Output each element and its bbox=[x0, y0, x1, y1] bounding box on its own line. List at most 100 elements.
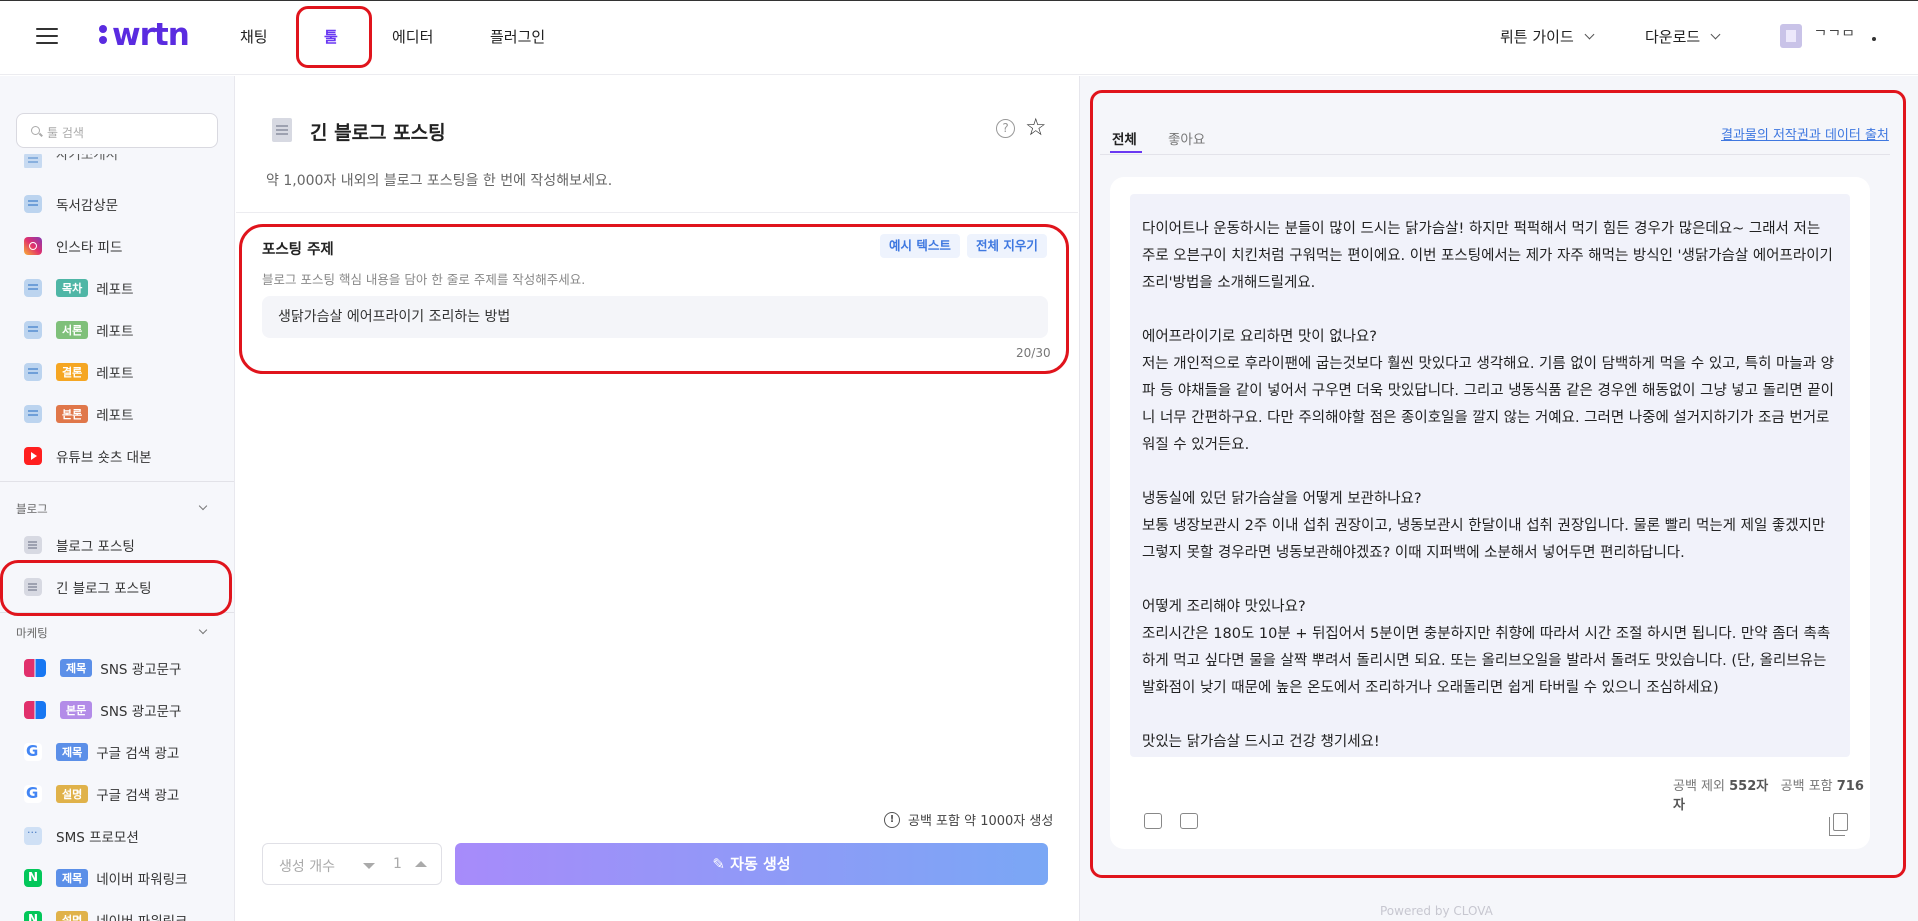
blog-file-icon bbox=[24, 536, 42, 554]
search-icon bbox=[31, 126, 40, 135]
doc-icon bbox=[24, 321, 42, 339]
tag-badge: 목차 bbox=[56, 279, 89, 297]
sidebar-item-label: 네이버 파워링크 bbox=[96, 910, 187, 921]
chevron-down-icon bbox=[1584, 29, 1595, 40]
tab-likes[interactable]: 좋아요 bbox=[1168, 128, 1205, 148]
copyright-data-source-link[interactable]: 결과물의 저작권과 데이터 출처 bbox=[1721, 124, 1889, 143]
result-paragraph: 저는 개인적으로 후라이팬에 굽는것보다 훨씬 맛있다고 생각해요. 기름 없이… bbox=[1142, 356, 1834, 453]
sidebar-item-label: 레포트 bbox=[96, 282, 134, 298]
thumbs-down-icon[interactable] bbox=[1180, 813, 1198, 829]
sidebar-divider bbox=[0, 481, 234, 482]
nav-tab-plugin[interactable]: 플러그인 bbox=[490, 26, 545, 47]
sidebar-item-sns-ad-body[interactable]: 본문 SNS 광고문구 bbox=[24, 695, 181, 725]
chevron-down-icon[interactable] bbox=[198, 625, 208, 635]
help-icon[interactable]: ? bbox=[996, 119, 1015, 138]
tabs-divider bbox=[1100, 154, 1890, 155]
sidebar-item-label: 인스타 피드 bbox=[56, 240, 123, 256]
nav-tab-tools[interactable]: 툴 bbox=[324, 26, 338, 47]
file-icon bbox=[272, 118, 292, 142]
instagram-icon bbox=[24, 237, 42, 255]
thumbs-up-icon[interactable] bbox=[1144, 813, 1162, 829]
sidebar-item-naver-powerlink-desc[interactable]: 설명 네이버 파워링크 bbox=[24, 905, 187, 921]
field-hint: 블로그 포스팅 핵심 내용을 담아 한 줄로 주제를 작성해주세요. bbox=[262, 272, 586, 287]
result-panel: 전체 좋아요 결과물의 저작권과 데이터 출처 다이어트나 운동하시는 분들이 … bbox=[1079, 76, 1918, 921]
logo-text: wrtn bbox=[112, 17, 190, 53]
example-text-button[interactable]: 예시 텍스트 bbox=[880, 234, 960, 258]
section-label-blog[interactable]: 블로그 bbox=[16, 501, 48, 517]
increment-arrow-icon[interactable] bbox=[415, 861, 427, 867]
sidebar-item-report-toc[interactable]: 목차 레포트 bbox=[24, 273, 134, 303]
generation-note-text: 공백 포함 약 1000자 생성 bbox=[908, 814, 1054, 829]
sidebar-item-report-conclusion[interactable]: 결론 레포트 bbox=[24, 357, 134, 387]
character-stats: 공백 제외 552자 공백 포함 716자 bbox=[1673, 775, 1870, 813]
sidebar-item-naver-powerlink-title[interactable]: 제목 네이버 파워링크 bbox=[24, 863, 187, 893]
doc-icon bbox=[24, 279, 42, 297]
sidebar-item-sns-ad-title[interactable]: 제목 SNS 광고문구 bbox=[24, 653, 181, 683]
sidebar-item-label: 레포트 bbox=[96, 324, 134, 340]
instagram-facebook-icon bbox=[24, 701, 46, 719]
tag-badge: 설명 bbox=[56, 911, 89, 921]
sidebar-item-youtube-shorts[interactable]: 유튜브 숏츠 대본 bbox=[24, 441, 152, 471]
sidebar-item-label: SNS 광고문구 bbox=[100, 704, 182, 720]
google-icon bbox=[24, 742, 42, 761]
sidebar-item-sms-promotion[interactable]: SMS 프로모션 bbox=[24, 821, 139, 851]
decrement-arrow-icon[interactable] bbox=[363, 863, 375, 869]
instagram-facebook-icon bbox=[24, 659, 46, 677]
topic-input[interactable]: 생닭가슴살 에어프라이기 조리하는 방법 bbox=[262, 296, 1048, 338]
tool-search-input[interactable]: 툴 검색 bbox=[16, 113, 218, 148]
section-label-marketing[interactable]: 마케팅 bbox=[16, 625, 48, 641]
tag-badge: 제목 bbox=[56, 743, 89, 761]
sidebar-item-label: 레포트 bbox=[96, 408, 134, 424]
powered-by-text: Powered by CLOVA bbox=[1380, 904, 1493, 918]
download-dropdown[interactable]: 다운로드 bbox=[1645, 26, 1721, 47]
naver-icon bbox=[24, 869, 42, 887]
naver-icon bbox=[24, 911, 42, 921]
count-value: 1 bbox=[393, 856, 402, 872]
tag-badge: 서론 bbox=[56, 321, 89, 339]
sidebar-item-label: 구글 검색 광고 bbox=[96, 746, 180, 762]
auto-generate-button[interactable]: ✎ 자동 생성 bbox=[455, 843, 1048, 885]
sidebar-item-label: 블로그 포스팅 bbox=[56, 539, 135, 555]
sidebar: 툴 검색 자기소개서 독서감상문 인스타 피드 목차 레포트 서론 레포트 결론 레포… bbox=[0, 76, 235, 921]
tab-all[interactable]: 전체 bbox=[1112, 128, 1137, 148]
generation-count-stepper[interactable]: 생성 개수 1 bbox=[262, 843, 442, 885]
generation-note: ! 공백 포함 약 1000자 생성 bbox=[884, 810, 1053, 829]
result-paragraph: 조리시간은 180도 10분 + 뒤집어서 5분이면 충분하지만 취향에 따라서… bbox=[1142, 626, 1831, 696]
guide-dropdown[interactable]: 뤼튼 가이드 bbox=[1500, 26, 1595, 47]
doc-icon bbox=[24, 363, 42, 381]
copy-icon[interactable] bbox=[1829, 813, 1848, 836]
result-heading: 냉동실에 있던 닭가슴살을 어떻게 보관하나요? bbox=[1142, 491, 1422, 507]
stats-excl-value: 552자 bbox=[1729, 779, 1769, 794]
star-icon[interactable]: ☆ bbox=[1025, 115, 1047, 139]
chevron-down-icon[interactable] bbox=[198, 501, 208, 511]
result-paragraph: 맛있는 닭가슴살 드시고 건강 챙기세요! bbox=[1142, 734, 1380, 750]
download-label: 다운로드 bbox=[1645, 28, 1701, 46]
nav-tab-chat[interactable]: 채팅 bbox=[240, 26, 268, 47]
sidebar-item-google-ad-title[interactable]: 제목 구글 검색 광고 bbox=[24, 737, 179, 767]
sidebar-item-long-blog-posting[interactable]: 긴 블로그 포스팅 bbox=[24, 572, 152, 602]
hamburger-menu-icon[interactable] bbox=[36, 28, 58, 46]
clear-all-button[interactable]: 전체 지우기 bbox=[967, 234, 1047, 258]
tag-badge: 제목 bbox=[56, 869, 89, 887]
user-avatar[interactable] bbox=[1780, 24, 1802, 48]
sidebar-item-cut[interactable]: 자기소개서 bbox=[24, 154, 118, 168]
nav-tab-editor[interactable]: 에디터 bbox=[392, 26, 433, 47]
user-menu-dot-icon[interactable] bbox=[1872, 37, 1876, 41]
generate-button-label: 자동 생성 bbox=[730, 855, 791, 873]
magic-wand-icon: ✎ bbox=[712, 855, 731, 873]
result-heading: 에어프라이기로 요리하면 맛이 없나요? bbox=[1142, 329, 1377, 345]
sidebar-item-insta-feed[interactable]: 인스타 피드 bbox=[24, 231, 122, 261]
sidebar-item-report-body[interactable]: 본론 레포트 bbox=[24, 399, 134, 429]
info-icon: ! bbox=[884, 811, 900, 828]
sidebar-item-report-intro[interactable]: 서론 레포트 bbox=[24, 315, 134, 345]
result-text[interactable]: 다이어트나 운동하시는 분들이 많이 드시는 닭가슴살! 하지만 퍽퍽해서 먹기… bbox=[1130, 194, 1850, 757]
sidebar-item-book-report[interactable]: 독서감상문 bbox=[24, 189, 118, 219]
sidebar-item-label: SMS 프로모션 bbox=[56, 830, 139, 846]
sidebar-item-google-ad-desc[interactable]: 설명 구글 검색 광고 bbox=[24, 779, 179, 809]
result-card: 다이어트나 운동하시는 분들이 많이 드시는 닭가슴살! 하지만 퍽퍽해서 먹기… bbox=[1110, 177, 1870, 849]
wrtn-logo[interactable]: wrtn bbox=[98, 16, 190, 54]
sidebar-item-blog-posting[interactable]: 블로그 포스팅 bbox=[24, 530, 135, 560]
result-heading: 어떻게 조리해야 맛있나요? bbox=[1142, 599, 1306, 615]
user-name[interactable]: ᄀᄀᄆ bbox=[1814, 26, 1856, 46]
chevron-down-icon bbox=[1710, 29, 1721, 40]
